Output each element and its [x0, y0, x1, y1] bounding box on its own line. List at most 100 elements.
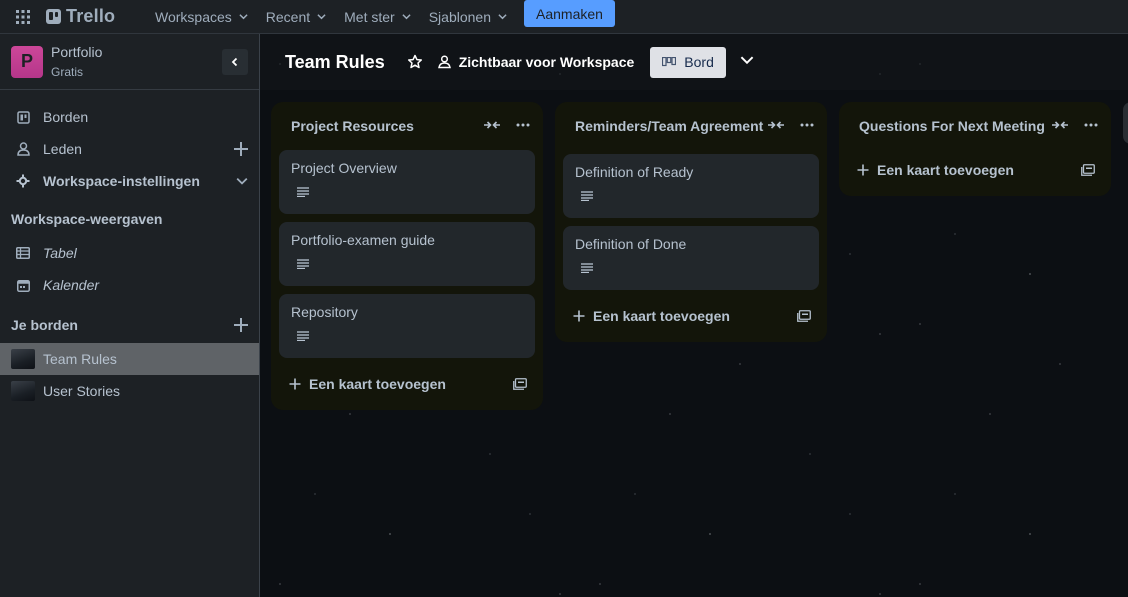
board-title[interactable]: Team Rules	[285, 52, 385, 73]
list-project-resources: Project Resources Project Overview Portf…	[271, 102, 543, 410]
card-title: Definition of Done	[575, 236, 687, 252]
list-reminders-team-agreement: Reminders/Team Agreement Definition of R…	[555, 102, 827, 342]
sidebar-item-label: Borden	[43, 109, 89, 125]
menu-recent[interactable]: Recent	[257, 0, 335, 34]
chevron-down-icon	[740, 56, 754, 64]
list-header: Reminders/Team Agreement	[563, 102, 819, 142]
calendar-icon	[15, 277, 31, 293]
menu-workspaces[interactable]: Workspaces	[146, 0, 257, 34]
card[interactable]: Definition of Done	[563, 226, 819, 290]
board-name: User Stories	[43, 383, 121, 399]
sidebar-item-table[interactable]: Tabel	[0, 237, 259, 269]
chevron-down-icon	[239, 14, 248, 20]
add-card-button[interactable]: Een kaart toevoegen	[563, 298, 819, 334]
description-icon	[297, 187, 309, 198]
add-board-icon[interactable]	[234, 318, 248, 332]
add-card-label: Een kaart toevoegen	[877, 162, 1014, 178]
add-list-peek[interactable]	[1123, 102, 1128, 144]
card-title: Definition of Ready	[575, 164, 694, 180]
collapse-list-icon[interactable]	[483, 118, 501, 132]
board-thumbnail	[11, 349, 35, 369]
list-title[interactable]: Project Resources	[291, 116, 483, 136]
add-card-button[interactable]: Een kaart toevoegen	[279, 366, 535, 402]
list-actions	[483, 116, 531, 132]
card[interactable]: Repository	[279, 294, 535, 358]
trello-logo-text: Trello	[66, 6, 116, 26]
sidebar: P Portfolio Gratis Borden Leden Workspac…	[0, 34, 260, 597]
board-thumbnail	[11, 381, 35, 401]
workspace-name[interactable]: Portfolio	[51, 43, 222, 61]
description-icon	[581, 191, 593, 202]
main-menu: Workspaces Recent Met ster Sjablonen Aan…	[146, 0, 615, 34]
list-title[interactable]: Questions For Next Meeting	[859, 116, 1051, 136]
plus-icon	[857, 164, 869, 176]
more-options-icon[interactable]	[799, 118, 815, 132]
card[interactable]: Portfolio-examen guide	[279, 222, 535, 286]
section-label: Je borden	[11, 317, 78, 333]
trello-logo[interactable]: Trello	[46, 6, 140, 27]
menu-label: Met ster	[344, 8, 395, 25]
collapse-list-icon[interactable]	[767, 118, 785, 132]
collapse-list-icon[interactable]	[1051, 118, 1069, 132]
card-template-icon[interactable]	[513, 378, 527, 390]
more-options-icon[interactable]	[1083, 118, 1099, 132]
visibility-button[interactable]: Zichtbaar voor Workspace	[437, 54, 635, 70]
more-options-icon[interactable]	[515, 118, 531, 132]
add-card-label: Een kaart toevoegen	[309, 376, 446, 392]
list-header: Questions For Next Meeting	[847, 102, 1103, 142]
create-button[interactable]: Aanmaken	[524, 0, 615, 27]
board-canvas: Team Rules Zichtbaar voor Workspace Bord…	[260, 34, 1128, 597]
chevron-left-icon	[231, 57, 238, 66]
workspace-views-heading: Workspace-weergaven	[0, 203, 259, 235]
board-view-icon	[662, 57, 677, 67]
list-actions	[1051, 116, 1099, 132]
menu-label: Recent	[265, 8, 311, 25]
workspace-info: Portfolio Gratis	[51, 43, 222, 80]
sidebar-board-user-stories[interactable]: User Stories	[0, 375, 259, 407]
your-boards-heading: Je borden	[0, 309, 259, 341]
card-title: Portfolio-examen guide	[291, 232, 435, 248]
sidebar-item-calendar[interactable]: Kalender	[0, 269, 259, 301]
card-title: Repository	[291, 304, 358, 320]
description-icon	[297, 259, 309, 270]
visibility-label: Zichtbaar voor Workspace	[458, 54, 635, 70]
chevron-down-icon	[236, 177, 248, 185]
board-view-button[interactable]: Bord	[650, 46, 726, 78]
sidebar-item-workspace-settings[interactable]: Workspace-instellingen	[0, 165, 259, 197]
board-icon	[15, 109, 31, 125]
chevron-down-icon	[402, 14, 411, 20]
sidebar-item-members[interactable]: Leden	[0, 133, 259, 165]
sidebar-item-label: Workspace-instellingen	[43, 173, 200, 189]
board-header: Team Rules Zichtbaar voor Workspace Bord	[260, 34, 1128, 90]
add-card-label: Een kaart toevoegen	[593, 308, 730, 324]
app-switcher-icon[interactable]	[0, 0, 46, 34]
card-template-icon[interactable]	[797, 310, 811, 322]
add-member-icon[interactable]	[234, 142, 248, 156]
star-icon[interactable]	[407, 54, 423, 70]
plus-icon	[289, 378, 301, 390]
section-label: Workspace-weergaven	[11, 211, 163, 227]
menu-templates[interactable]: Sjablonen	[420, 0, 516, 34]
add-card-button[interactable]: Een kaart toevoegen	[847, 152, 1103, 188]
description-icon	[581, 263, 593, 274]
menu-starred[interactable]: Met ster	[335, 0, 420, 34]
sidebar-board-team-rules[interactable]: Team Rules	[0, 343, 259, 375]
people-icon	[437, 55, 451, 69]
workspace-avatar[interactable]: P	[11, 45, 43, 78]
menu-label: Workspaces	[155, 8, 232, 25]
sidebar-item-label: Kalender	[43, 277, 100, 293]
collapse-sidebar-button[interactable]	[222, 48, 248, 75]
view-switcher-dropdown[interactable]	[740, 53, 754, 72]
list-title[interactable]: Reminders/Team Agreement	[575, 116, 767, 136]
board-view-label: Bord	[684, 54, 714, 70]
board-name: Team Rules	[43, 351, 117, 367]
card-title: Project Overview	[291, 160, 397, 176]
top-navigation-bar: Trello Workspaces Recent Met ster Sjablo…	[0, 0, 1128, 34]
card[interactable]: Definition of Ready	[563, 154, 819, 218]
table-icon	[15, 245, 31, 261]
sidebar-item-boards[interactable]: Borden	[0, 101, 259, 133]
card[interactable]: Project Overview	[279, 150, 535, 214]
workspace-header: P Portfolio Gratis	[0, 34, 259, 90]
menu-label: Sjablonen	[428, 8, 491, 25]
card-template-icon[interactable]	[1081, 164, 1095, 176]
